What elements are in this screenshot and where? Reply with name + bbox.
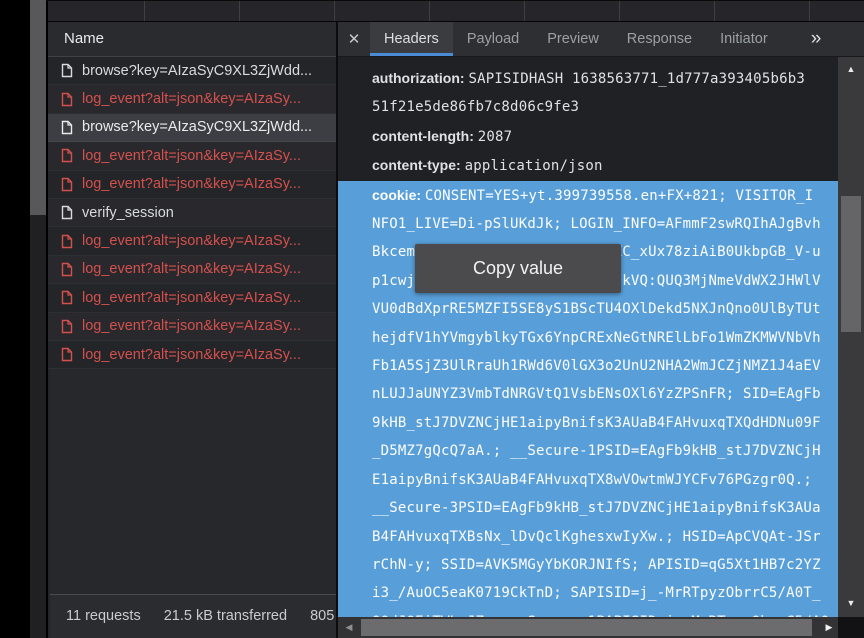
chevron-double-right-icon: »: [811, 28, 822, 50]
request-list-empty-area: [50, 369, 336, 594]
request-name: browse?key=AIzaSyC9XL3ZjWdd...: [82, 119, 312, 135]
request-name: log_event?alt=json&key=AIzaSy...: [82, 233, 301, 249]
detail-vertical-scrollbar[interactable]: ▲ ▼: [838, 57, 864, 617]
file-icon: [61, 63, 73, 78]
devtools-window: Name browse?key=AIzaSyC9XL3ZjWdd... log_e…: [0, 0, 864, 638]
header-entry[interactable]: authorization: SAPISIDHASH 1638563771_1d…: [372, 64, 838, 122]
name-column-header[interactable]: Name: [48, 22, 336, 57]
request-row[interactable]: log_event?alt=json&key=AIzaSy...: [48, 284, 336, 312]
header-entry[interactable]: content-type: application/json: [372, 151, 838, 180]
close-detail-button[interactable]: ✕: [338, 22, 370, 56]
request-name: verify_session: [82, 205, 174, 221]
file-icon: [61, 262, 73, 277]
tab-preview[interactable]: Preview: [533, 22, 613, 56]
header-value-line: NFO1_LIVE=Di-pSlUKdJk; LOGIN_INFO=AFmmF2…: [372, 210, 838, 238]
header-value-line: content-length: 2087: [372, 122, 838, 151]
detail-tab-bar: ✕ HeadersPayloadPreviewResponseInitiator…: [338, 22, 864, 57]
tab-strip: HeadersPayloadPreviewResponseInitiator: [370, 22, 782, 56]
network-overview-timeline[interactable]: [46, 1, 864, 23]
header-value-line: 9kHB_stJ7DVZNCjHE1aipyBnifsK3AUaB4FAHvux…: [372, 409, 838, 437]
copy-value-label: Copy value: [473, 258, 563, 279]
request-name: log_event?alt=json&key=AIzaSy...: [82, 318, 301, 334]
transferred-size: 21.5 kB transferred: [164, 608, 287, 624]
request-row[interactable]: log_event?alt=json&key=AIzaSy...: [48, 256, 336, 284]
scroll-right-icon[interactable]: ▶: [820, 617, 838, 638]
header-name: authorization:: [372, 70, 468, 86]
header-value-line: 51f21e5de86fb7c8d06c9fe3: [372, 93, 838, 121]
request-name: log_event?alt=json&key=AIzaSy...: [82, 347, 301, 363]
file-icon: [61, 120, 73, 135]
header-value-line: B4FAHvuxqTXBsNx_lDvQclKghesxwIyXw.; HSID…: [372, 523, 838, 551]
request-row[interactable]: verify_session: [48, 199, 336, 227]
window-left-margin: [0, 0, 30, 638]
scroll-up-icon[interactable]: ▲: [838, 61, 864, 77]
tab-spacer: [782, 22, 794, 56]
header-value-line: QOdJQEiTWLvJZ; __Secure-1PAPISID=j_-MrRT…: [372, 608, 838, 617]
file-icon: [61, 290, 73, 305]
file-icon: [61, 234, 73, 249]
header-value-line: rChN-y; SSID=AVK5MGyYbKORJNIfS; APISID=q…: [372, 551, 838, 579]
header-name: content-type:: [372, 157, 465, 173]
resources-size: 805 k: [310, 608, 336, 624]
request-row[interactable]: browse?key=AIzaSyC9XL3ZjWdd...: [48, 57, 336, 85]
request-name: log_event?alt=json&key=AIzaSy...: [82, 91, 301, 107]
header-value-line: cookie: CONSENT=YES+yt.399739558.en+FX+8…: [372, 181, 838, 210]
request-name: log_event?alt=json&key=AIzaSy...: [82, 261, 301, 277]
header-value-line: content-type: application/json: [372, 151, 838, 180]
request-row[interactable]: log_event?alt=json&key=AIzaSy...: [48, 313, 336, 341]
request-row[interactable]: log_event?alt=json&key=AIzaSy...: [48, 227, 336, 255]
file-icon: [61, 319, 73, 334]
file-icon: [61, 205, 73, 220]
request-row[interactable]: log_event?alt=json&key=AIzaSy...: [48, 341, 336, 369]
detail-horizontal-scrollbar[interactable]: ◀ ▶: [338, 617, 838, 638]
header-value-line: _D5MZ7gQcQ7aA.; __Secure-1PSID=EAgFb9kHB…: [372, 437, 838, 465]
outer-scrollbar-thumb[interactable]: [30, 0, 46, 215]
close-icon: ✕: [348, 30, 361, 48]
header-name: content-length:: [372, 128, 478, 144]
header-value-line: i3_/AuOC5eaK0719CkTnD; SAPISID=j_-MrRTpy…: [372, 579, 838, 607]
request-name: log_event?alt=json&key=AIzaSy...: [82, 148, 301, 164]
header-name: cookie:: [372, 187, 425, 203]
copy-value-menu[interactable]: Copy value: [415, 244, 621, 293]
tab-payload[interactable]: Payload: [453, 22, 533, 56]
scroll-left-icon[interactable]: ◀: [340, 617, 358, 638]
tab-headers[interactable]: Headers: [370, 22, 453, 56]
request-row[interactable]: log_event?alt=json&key=AIzaSy...: [48, 142, 336, 170]
header-value-line: E1aipyBnifsK3AUaB4FAHvuxqTX8wVOwtmWJYCFv…: [372, 466, 838, 494]
file-icon: [61, 177, 73, 192]
scroll-down-icon[interactable]: ▼: [838, 595, 864, 611]
network-requests-panel: Name browse?key=AIzaSyC9XL3ZjWdd... log_e…: [46, 22, 336, 638]
detail-hscrollbar-thumb[interactable]: [361, 619, 812, 636]
header-value-line: hejdfV1hYVmgyblkyTGx6YnpCRExNeGtNRElLbFo…: [372, 324, 838, 352]
request-count: 11 requests: [66, 608, 141, 624]
network-summary-bar: 11 requests 21.5 kB transferred 805 k: [50, 594, 336, 638]
request-name: browse?key=AIzaSyC9XL3ZjWdd...: [82, 63, 312, 79]
request-name: log_event?alt=json&key=AIzaSy...: [82, 290, 301, 306]
request-detail-panel: ✕ HeadersPayloadPreviewResponseInitiator…: [338, 22, 864, 638]
header-value-line: nLUJJaUNYZ3VmbTdNRGVtQ1VsbENsOXl6YzZPSnF…: [372, 380, 838, 408]
detail-vscrollbar-thumb[interactable]: [841, 196, 861, 332]
request-row[interactable]: log_event?alt=json&key=AIzaSy...: [48, 85, 336, 113]
request-name: log_event?alt=json&key=AIzaSy...: [82, 176, 301, 192]
file-icon: [61, 148, 73, 163]
header-value-line: VU0dBdXprRE5MZFI5SE8yS1BScTU4OXlDekd5NXJ…: [372, 295, 838, 323]
header-entry[interactable]: content-length: 2087: [372, 122, 838, 151]
request-row[interactable]: log_event?alt=json&key=AIzaSy...: [48, 171, 336, 199]
header-value-line: authorization: SAPISIDHASH 1638563771_1d…: [372, 64, 838, 93]
tab-response[interactable]: Response: [613, 22, 706, 56]
file-icon: [61, 92, 73, 107]
tab-initiator[interactable]: Initiator: [706, 22, 782, 56]
request-row[interactable]: browse?key=AIzaSyC9XL3ZjWdd...: [48, 114, 336, 142]
file-icon: [61, 347, 73, 362]
header-value-line: Fb1A5SjZ3UlRraUh1RWd6V0lGX3o2UnU2NHA2WmJ…: [372, 352, 838, 380]
more-tabs-button[interactable]: »: [794, 22, 838, 56]
headers-content[interactable]: authorization: SAPISIDHASH 1638563771_1d…: [338, 57, 838, 617]
header-value-line: __Secure-3PSID=EAgFb9kHB_stJ7DVZNCjHE1ai…: [372, 494, 838, 522]
scrollbar-corner: [838, 617, 864, 638]
request-list: browse?key=AIzaSyC9XL3ZjWdd... log_event?…: [48, 57, 336, 369]
outer-vertical-scrollbar[interactable]: [30, 0, 46, 638]
